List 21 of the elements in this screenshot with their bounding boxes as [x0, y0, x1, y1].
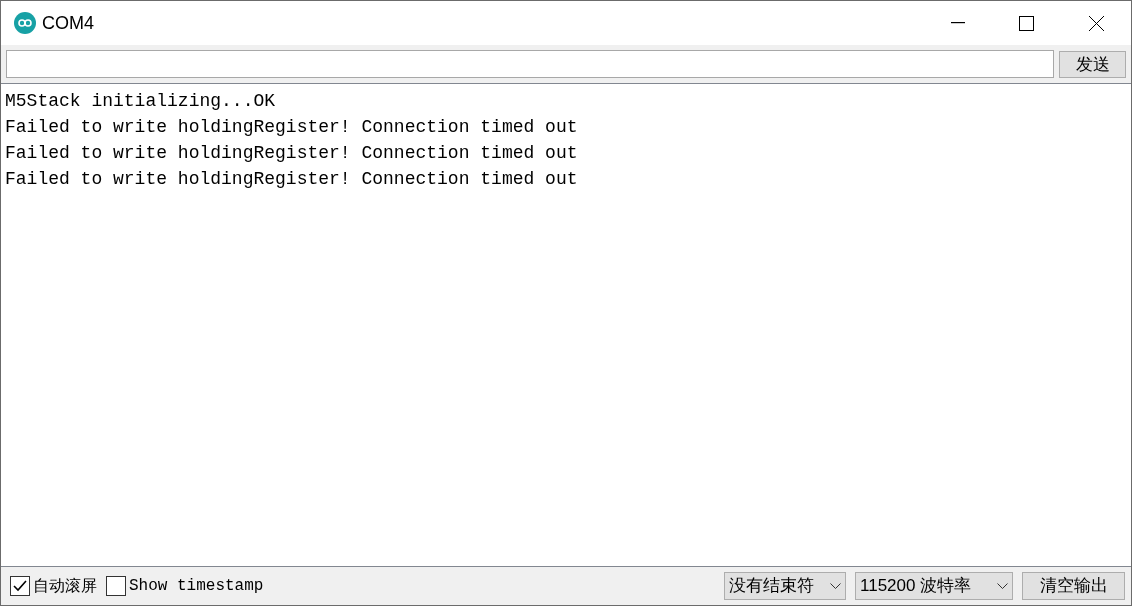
maximize-icon[interactable]	[1019, 15, 1034, 31]
output-line: M5Stack initializing...OK	[5, 90, 276, 113]
check-icon	[13, 580, 27, 592]
dropdown[interactable]: 没有结束符	[724, 572, 846, 600]
app-logo-icon	[14, 12, 36, 34]
send-button[interactable]: 发送	[1059, 50, 1126, 78]
checkbox[interactable]	[106, 576, 126, 596]
output-line: Failed to write holdingRegister! Connection timed out	[5, 116, 578, 139]
chevron-down-icon	[997, 583, 1008, 589]
checkbox-label: Show timestamp	[129, 576, 264, 597]
output-line: Failed to write holdingRegister! Connection timed out	[5, 168, 578, 191]
chevron-down-icon	[830, 583, 841, 589]
checkbox[interactable]	[10, 576, 30, 596]
input-field[interactable]	[6, 50, 1054, 78]
output-line: Failed to write holdingRegister! Connection timed out	[5, 142, 578, 165]
window-title: COM4	[42, 11, 94, 35]
dropdown[interactable]: 115200 波特率	[855, 572, 1013, 600]
clear-output-button[interactable]: 清空输出	[1022, 572, 1125, 600]
close-icon[interactable]	[1089, 15, 1104, 31]
checkbox-label: 自动滚屏	[33, 575, 97, 597]
minimize-icon[interactable]	[951, 22, 965, 24]
